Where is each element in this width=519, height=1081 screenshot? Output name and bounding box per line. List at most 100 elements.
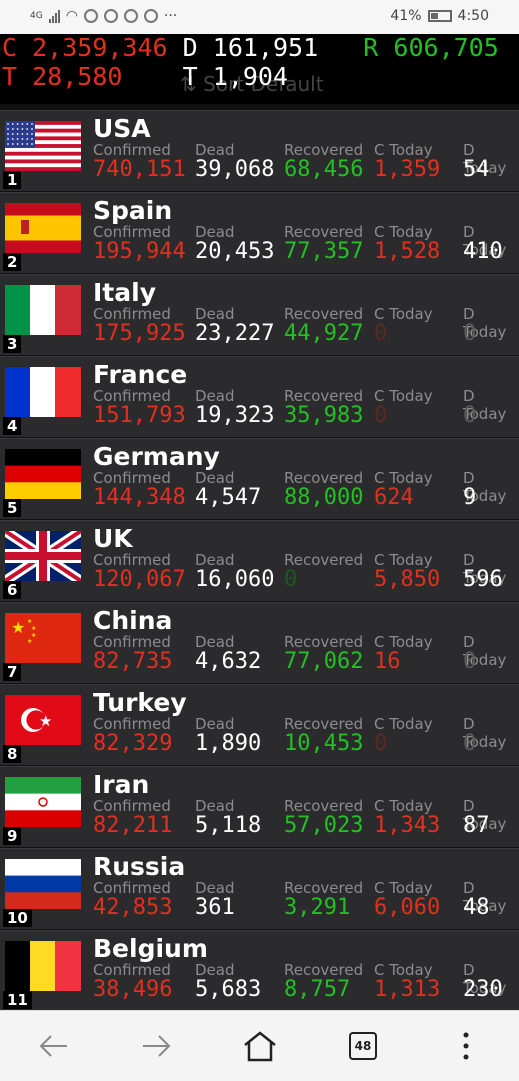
c-today-value: 6,060 — [374, 895, 441, 920]
chrome-icon — [103, 9, 118, 23]
country-name: Iran — [93, 770, 150, 799]
d-today-value: 54 — [463, 157, 490, 182]
status-right: 41% 4:50 — [390, 8, 489, 24]
dead-value: 361 — [195, 895, 235, 920]
country-name: Russia — [93, 852, 186, 881]
dead-value: 19,323 — [195, 403, 275, 428]
forward-button[interactable] — [140, 1029, 174, 1063]
signal-icon — [48, 9, 60, 23]
total-dead-label: D — [182, 34, 198, 62]
dead-value: 39,068 — [195, 157, 275, 182]
rank-badge: 9 — [3, 827, 22, 845]
flag-iran-icon — [5, 777, 81, 827]
forward-arrow-icon — [143, 1035, 171, 1057]
today-dead-label: T — [182, 62, 198, 91]
c-today-value: 0 — [374, 321, 388, 346]
wifi-icon: ◠ — [65, 8, 78, 24]
country-card[interactable]: 2 Spain Confirmed Dead Recovered C Today… — [0, 192, 519, 273]
d-today-value: 230 — [463, 977, 503, 1002]
confirmed-value: 151,793 — [93, 403, 186, 428]
total-confirmed: 2,359,346 — [32, 34, 168, 62]
dead-value: 4,632 — [195, 649, 262, 674]
d-today-value: 48 — [463, 895, 490, 920]
country-card[interactable]: ★ ★ ★ ★ ★ 7 China Confirmed Dead Recovered C… — [0, 602, 519, 683]
rank-badge: 4 — [3, 417, 22, 435]
status-left: 4G ◠ ··· — [30, 8, 177, 24]
d-today-value: 0 — [463, 321, 477, 346]
country-name: Germany — [93, 442, 220, 471]
country-name: Spain — [93, 196, 173, 225]
country-card[interactable]: 11 Belgium Confirmed Dead Recovered C To… — [0, 930, 519, 1010]
confirmed-value: 195,944 — [93, 239, 186, 264]
flag-italy-icon — [5, 285, 81, 335]
recovered-value: 68,456 — [284, 157, 364, 182]
c-today-value: 1,343 — [374, 813, 441, 838]
recovered-value: 35,983 — [284, 403, 364, 428]
c-today-value: 1,528 — [374, 239, 441, 264]
tabs-button[interactable]: 48 — [348, 1029, 378, 1063]
d-today-value: 9 — [463, 485, 477, 510]
d-today-value: 596 — [463, 567, 503, 592]
rank-badge: 1 — [3, 171, 22, 189]
total-confirmed-label: C — [2, 34, 18, 62]
country-card[interactable]: 6 UK Confirmed Dead Recovered C Today D … — [0, 520, 519, 601]
country-name: Italy — [93, 278, 156, 307]
confirmed-value: 144,348 — [93, 485, 186, 510]
c-today-value: 1,313 — [374, 977, 441, 1002]
country-card[interactable]: 3 Italy Confirmed Dead Recovered C Today… — [0, 274, 519, 355]
c-today-value: 16 — [374, 649, 401, 674]
svg-text:★: ★ — [27, 638, 32, 645]
recovered-value: 3,291 — [284, 895, 351, 920]
dead-value: 23,227 — [195, 321, 275, 346]
totals-row-2: T 28,580 T 1,904 — [2, 63, 288, 91]
flag-uk-icon — [5, 531, 81, 581]
recovered-value: 57,023 — [284, 813, 364, 838]
country-card[interactable]: 10 Russia Confirmed Dead Recovered C Tod… — [0, 848, 519, 929]
country-name: China — [93, 606, 173, 635]
menu-button[interactable] — [456, 1029, 476, 1063]
svg-text:★: ★ — [39, 712, 52, 730]
svg-text:★: ★ — [11, 618, 25, 637]
country-list[interactable]: 1 USA Confirmed Dead Recovered C Today D… — [0, 104, 519, 1010]
d-today-value: 410 — [463, 239, 503, 264]
recovered-value: 77,357 — [284, 239, 364, 264]
dead-value: 16,060 — [195, 567, 275, 592]
flag-turkey-icon: ★ — [5, 695, 81, 745]
home-icon — [244, 1031, 276, 1062]
confirmed-value: 175,925 — [93, 321, 186, 346]
d-today-value: 0 — [463, 403, 477, 428]
country-name: France — [93, 360, 188, 389]
svg-text:★: ★ — [31, 625, 36, 632]
d-today-value: 0 — [463, 731, 477, 756]
home-button[interactable] — [240, 1029, 280, 1063]
dead-value: 5,118 — [195, 813, 262, 838]
total-recovered-label: R — [363, 34, 379, 62]
status-bar: 4G ◠ ··· 41% 4:50 — [0, 0, 519, 34]
recovered-value: 10,453 — [284, 731, 364, 756]
country-card[interactable]: 4 France Confirmed Dead Recovered C Toda… — [0, 356, 519, 437]
flag-spain-icon — [5, 203, 81, 253]
network-indicator: 4G — [30, 11, 43, 21]
dead-value: 20,453 — [195, 239, 275, 264]
flag-usa-icon — [5, 121, 81, 171]
country-card[interactable]: ★ 8 Turkey Confirmed Dead Recovered C To… — [0, 684, 519, 765]
country-name: Belgium — [93, 934, 208, 963]
total-dead: 161,951 — [212, 34, 319, 62]
totals-header: ⇅ Sort Default C 2,359,346 D 161,951 R 6… — [0, 34, 519, 104]
rank-badge: 2 — [3, 253, 22, 271]
more-vert-icon — [463, 1032, 469, 1060]
c-today-value: 0 — [374, 403, 388, 428]
recovered-value: 44,927 — [284, 321, 364, 346]
c-today-value: 624 — [374, 485, 414, 510]
dead-value: 4,547 — [195, 485, 262, 510]
country-card[interactable]: 9 Iran Confirmed Dead Recovered C Today … — [0, 766, 519, 847]
c-today-value: 1,359 — [374, 157, 441, 182]
tabs-count: 48 — [349, 1032, 377, 1060]
flag-china-icon: ★ ★ ★ ★ ★ — [5, 613, 81, 663]
totals-row-1: C 2,359,346 D 161,951 R 606,705 — [2, 34, 499, 62]
country-card[interactable]: 1 USA Confirmed Dead Recovered C Today D… — [0, 110, 519, 191]
confirmed-value: 82,329 — [93, 731, 173, 756]
back-button[interactable] — [36, 1029, 70, 1063]
c-today-value: 0 — [374, 731, 388, 756]
country-card[interactable]: 5 Germany Confirmed Dead Recovered C Tod… — [0, 438, 519, 519]
